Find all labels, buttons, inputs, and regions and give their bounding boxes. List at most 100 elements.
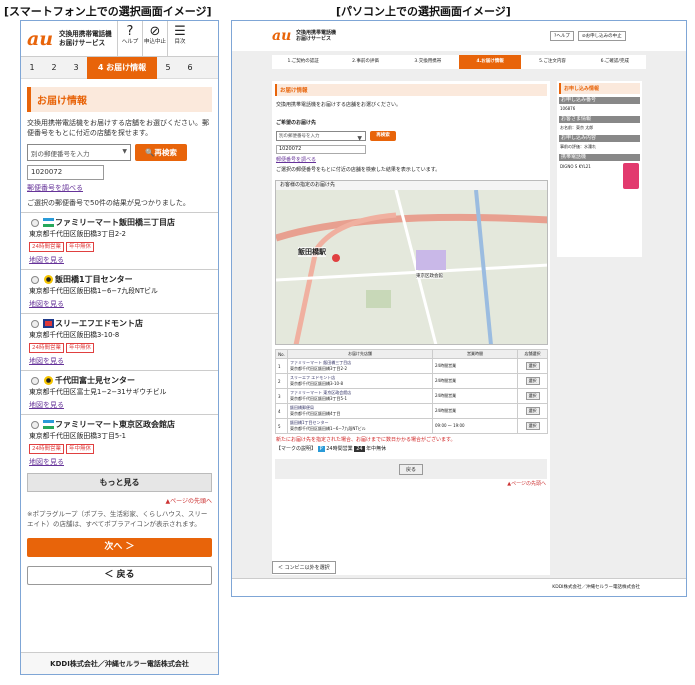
store-item[interactable]: ファミリーマート飯田橋三丁目店 東京都千代田区飯田橋3丁目2-2 24時間営業年… — [21, 212, 218, 269]
select-button[interactable]: 選択 — [525, 392, 540, 400]
cell-store: ファミリーマート 飯田橋三丁目店 東京都千代田区飯田橋3丁目2-2 — [287, 358, 433, 374]
show-more-button[interactable]: もっと見る — [27, 473, 212, 492]
store-radio[interactable] — [31, 219, 39, 227]
cancel-button[interactable]: ⊘お申し込みの中止 — [577, 31, 626, 41]
cell-select: 選択 — [517, 418, 548, 434]
next-button[interactable]: 次へ ＞ — [27, 538, 212, 557]
return-button[interactable]: 戻る — [398, 464, 423, 475]
map-link[interactable]: 地図を見る — [29, 256, 64, 264]
side-v2: お名前：東京 太郎 — [560, 125, 594, 130]
store-item[interactable]: 飯田橋1丁目センター 東京都千代田区飯田橋1−6−7九段NTビル 地図を見る — [21, 269, 218, 313]
cancel-button[interactable]: ⊘ 申込中止 — [142, 21, 167, 57]
select-button[interactable]: 選択 — [525, 362, 540, 370]
cell-select: 選択 — [517, 373, 548, 389]
help-label: ヘルプ — [121, 38, 139, 45]
step-indicator: 1 2 3 4 お届け情報 5 6 — [21, 56, 218, 79]
au-logo[interactable]: au — [272, 28, 296, 44]
sp-header: au 交換用携帯電話機 お届けサービス ? ヘルプ ⊘ 申込中止 ☰ 目次 — [21, 21, 218, 57]
map-link[interactable]: 地図を見る — [29, 357, 64, 365]
page-top-link[interactable]: ▲ページの先頭へ — [21, 492, 218, 505]
legend-title: 【マークの説明】 — [276, 446, 317, 452]
map-link[interactable]: 地図を見る — [29, 300, 64, 308]
cell-select: 選択 — [517, 388, 548, 404]
sp-caption: [スマートフォン上での選択画面イメージ] — [4, 5, 212, 18]
map-link[interactable]: 地図を見る — [29, 401, 64, 409]
result-text: ご選択の郵便番号で50件の結果が見つかりました。 — [27, 199, 190, 207]
pc-screen: au 交換用携帯電話機 お届けサービス ?ヘルプ ⊘お申し込みの中止 1.ご契約の… — [231, 20, 687, 597]
cell-select: 選択 — [517, 403, 548, 419]
select-button[interactable]: 選択 — [525, 422, 540, 430]
yamato-logo-icon — [44, 275, 53, 284]
step-2: 2 — [51, 63, 57, 72]
map-link[interactable]: 地図を見る — [29, 458, 64, 466]
page-top-link[interactable]: ▲ページの先頭へ — [272, 479, 550, 490]
row-store-addr: 東京都千代田区飯田橋3丁目5-1 — [290, 396, 348, 401]
store-radio[interactable] — [31, 421, 39, 429]
step-1: 1.ご契約の認証 — [287, 59, 319, 64]
step-indicator: 1.ご契約の認証 2.事前の評価 3.交換用携帯 4.お届け情報 5.ご注文内容… — [272, 55, 646, 69]
step-3: 3 — [73, 63, 79, 72]
help-button[interactable]: ?ヘルプ — [550, 31, 574, 41]
store-name: ファミリーマート東京区政会館店 — [55, 420, 175, 429]
sp-footer: KDDI株式会社／沖縄セルラー電話株式会社 — [21, 652, 218, 674]
store-address: 東京都千代田区飯田橋3丁目2-2 — [29, 230, 126, 238]
store-address: 東京都千代田区飯田橋1−6−7九段NTビル — [29, 287, 158, 295]
research-button[interactable]: 🔍再検索 — [135, 144, 187, 161]
store-radio[interactable] — [31, 276, 39, 284]
cancel-icon: ⊘ — [149, 23, 161, 39]
side-v3: 事前の評価：水濡れ — [560, 144, 596, 149]
postal-lookup-link[interactable]: 郵便番号を調べる — [27, 184, 83, 192]
badge-open-all-year: 年中無休 — [66, 444, 95, 454]
store-radio[interactable] — [31, 320, 39, 328]
table-row: 3 ファミリーマート 東京区政会館店 東京都千代田区飯田橋3丁目5-1 24時間営業選… — [275, 388, 548, 404]
help-button[interactable]: ?ヘルプ — [117, 21, 142, 57]
title-line-2: お届けサービス — [59, 38, 106, 47]
poplar-note: ※ポプラグループ（ポプラ、生活彩家、くらしハウス、スリーエイト）の店舗は、すべて… — [27, 510, 208, 528]
legend-allyear: 年中無休 — [366, 446, 387, 452]
cell-no: 2 — [275, 373, 288, 389]
postal-input[interactable]: 1020072 — [27, 165, 104, 180]
side-h2: お客さま情報 — [559, 116, 640, 123]
step-5: 5.ご注文内容 — [539, 59, 566, 64]
au-logo[interactable]: au — [27, 28, 59, 50]
badge-open-all-year: 年中無休 — [66, 242, 95, 252]
research-button[interactable]: 再検索 — [370, 131, 396, 141]
postal-lookup-link[interactable]: 郵便番号を調べる — [272, 156, 550, 165]
title-line-1: 交換用携帯電話機 — [59, 29, 112, 38]
table-row: 5 飯田橋1丁目センター 東京都千代田区飯田橋1−6−7九段NTビル 09:00 〜 … — [275, 418, 548, 434]
side-v4: DIGNO S KYL21 — [560, 164, 591, 169]
cell-store: 飯田橋郵便局 東京都千代田区飯田橋4丁目 — [287, 403, 433, 419]
row-store-addr: 東京都千代田区飯田橋3丁目2-2 — [290, 366, 348, 371]
step-6: 6 — [187, 63, 193, 72]
store-item[interactable]: 千代田富士見センター 東京都千代田区富士見1−2−31サギウチビル 地図を見る — [21, 370, 218, 414]
store-map[interactable]: お客様の指定のお届け先 飯田橋駅 東京区政会館 — [275, 180, 548, 345]
select-button[interactable]: 選択 — [525, 377, 540, 385]
familymart-logo-icon — [43, 420, 54, 429]
col-store: お届け先店舗 — [287, 349, 433, 359]
cell-no: 4 — [275, 403, 288, 419]
intro-text: 交換用携帯電話機をお届けする店舗をお選びください。 — [276, 102, 402, 108]
postal-input[interactable]: 1020072 — [276, 145, 366, 154]
step-5: 5 — [165, 63, 171, 72]
cell-no: 1 — [275, 358, 288, 374]
store-radio[interactable] — [31, 377, 39, 385]
help-icon: ? — [126, 23, 134, 39]
row-store-addr: 東京都千代田区飯田橋1−6−7九段NTビル — [290, 426, 366, 431]
result-text: ご選択の郵便番号をもとに付近の店舗を検索した結果を表示しています。 — [276, 167, 441, 173]
back-button[interactable]: ＜ 戻る — [27, 566, 212, 585]
step-2: 2.事前の評価 — [352, 59, 379, 64]
badge-24h: 24時間営業 — [29, 444, 64, 454]
select-button[interactable]: 選択 — [525, 407, 540, 415]
section-heading: お届け情報 — [27, 87, 212, 112]
return-bar: 戻る — [275, 459, 547, 479]
store-item[interactable]: スリーエフエドモント店 東京都千代田区飯田橋3-10-8 24時間営業 年中無休 … — [21, 313, 218, 370]
non-convenience-button[interactable]: ＜ コンビニ以外を選択 — [272, 561, 336, 574]
postal-select[interactable]: 別の郵便番号を入力 — [276, 131, 366, 142]
menu-button[interactable]: ☰ 目次 — [167, 21, 192, 57]
map-label-hall: 東京区政会館 — [416, 273, 443, 279]
cell-hours: 24時間営業 — [432, 358, 518, 374]
pc-footer: KDDI株式会社／沖縄セルラー電話株式会社 — [232, 578, 686, 596]
cell-select: 選択 — [517, 358, 548, 374]
postal-select[interactable]: 別の郵便番号を入力 — [27, 144, 131, 161]
store-item[interactable]: ファミリーマート東京区政会館店 東京都千代田区飯田橋3丁目5-1 24時間営業年… — [21, 414, 218, 471]
